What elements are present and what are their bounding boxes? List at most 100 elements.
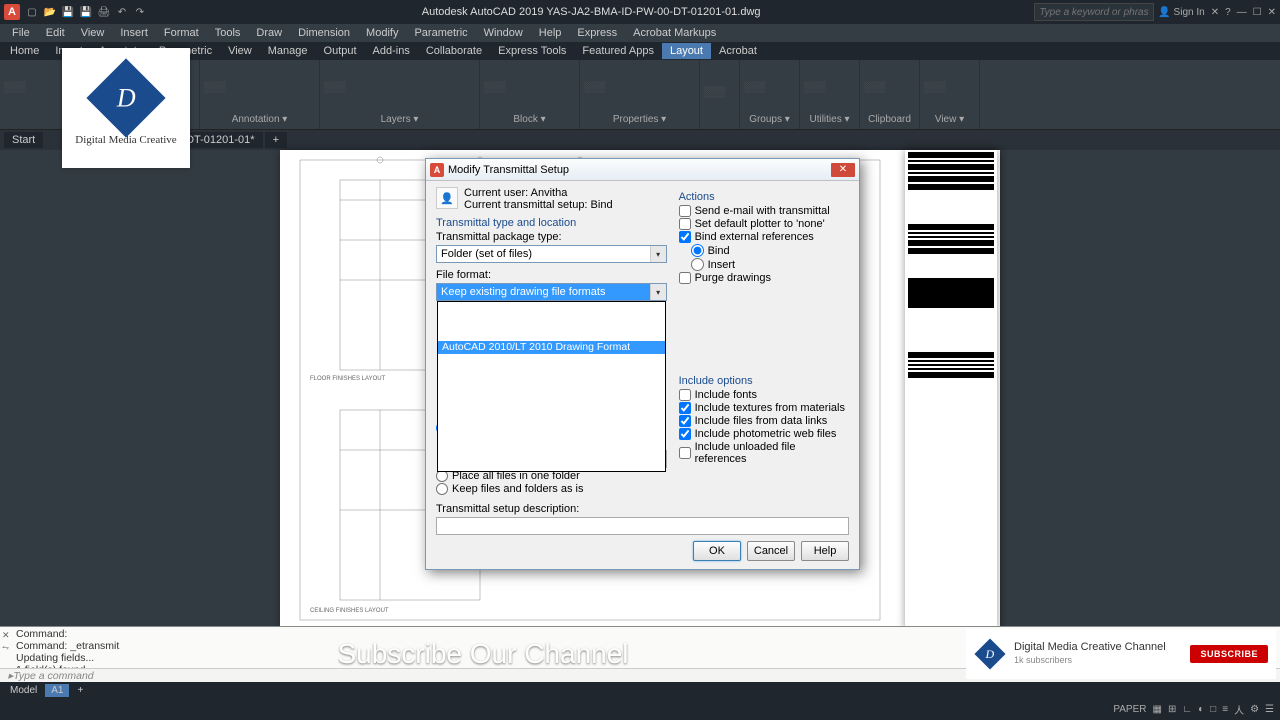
status-paper[interactable]: PAPER: [1113, 704, 1146, 715]
ribbon-tab-express-tools[interactable]: Express Tools: [490, 43, 574, 59]
menu-edit[interactable]: Edit: [40, 27, 71, 39]
description-input[interactable]: [436, 517, 849, 535]
ribbon-tab-featured-apps[interactable]: Featured Apps: [574, 43, 662, 59]
format-option[interactable]: Keep existing drawing file formats: [438, 302, 665, 315]
current-user-label: Current user: Anvitha: [464, 187, 613, 199]
menu-window[interactable]: Window: [478, 27, 529, 39]
menu-help[interactable]: Help: [533, 27, 568, 39]
chk-bind-xrefs[interactable]: [679, 231, 691, 243]
format-option[interactable]: AutoCAD 2018/LT 2018 Drawing Format: [438, 315, 665, 328]
open-icon[interactable]: 📂: [42, 4, 58, 20]
user-icon: 👤: [436, 187, 458, 209]
chk-datalinks[interactable]: [679, 415, 691, 427]
format-option[interactable]: AutoCAD 2004 Drawing Format with Explode…: [438, 445, 665, 458]
menu-tools[interactable]: Tools: [209, 27, 247, 39]
tab-add-layout[interactable]: +: [71, 684, 89, 697]
status-snap-icon[interactable]: ⊞: [1168, 704, 1176, 715]
tab-a1[interactable]: A1: [45, 684, 69, 697]
ribbon-panel: ░░░Utilities ▾: [800, 60, 860, 129]
format-option[interactable]: AutoCAD 2000 Drawing Format with Explode…: [438, 458, 665, 471]
ok-button[interactable]: OK: [693, 541, 741, 561]
format-option[interactable]: AutoCAD 2004/LT 2004 Drawing Format: [438, 367, 665, 380]
format-option[interactable]: AutoCAD 2013/LT 2013 Drawing Format: [438, 328, 665, 341]
plot-icon[interactable]: 🖨: [96, 4, 112, 20]
layout-tabs: Model A1 +: [0, 682, 1280, 698]
app-logo[interactable]: A: [4, 4, 20, 20]
chk-unloaded[interactable]: [679, 447, 691, 459]
status-lineweight-icon[interactable]: ≡: [1222, 704, 1228, 715]
status-grid-icon[interactable]: ▦: [1152, 704, 1161, 715]
ribbon-tab-home[interactable]: Home: [2, 43, 47, 59]
exchange-icon[interactable]: ✕: [1211, 7, 1219, 18]
format-option[interactable]: AutoCAD 2018 Drawing Format with Explode…: [438, 393, 665, 406]
ribbon-tab-view[interactable]: View: [220, 43, 260, 59]
help-icon[interactable]: ?: [1225, 7, 1231, 18]
format-option[interactable]: AutoCAD 2013 Drawing Format with Explode…: [438, 406, 665, 419]
menu-format[interactable]: Format: [158, 27, 205, 39]
format-option[interactable]: AutoCAD 2007/LT 2007 Drawing Format: [438, 354, 665, 367]
dialog-title-bar[interactable]: A Modify Transmittal Setup ✕: [426, 159, 859, 181]
ribbon-tab-add-ins[interactable]: Add-ins: [365, 43, 418, 59]
tab-start[interactable]: Start: [4, 132, 43, 148]
menu-dimension[interactable]: Dimension: [292, 27, 356, 39]
format-option[interactable]: AutoCAD 2010/LT 2010 Drawing Format: [438, 341, 665, 354]
redo-icon[interactable]: ↷: [132, 4, 148, 20]
minimize-icon[interactable]: —: [1237, 7, 1247, 18]
ribbon-tab-acrobat[interactable]: Acrobat: [711, 43, 765, 59]
format-option[interactable]: AutoCAD 2000/LT2000 Drawing Format: [438, 380, 665, 393]
menu-insert[interactable]: Insert: [114, 27, 154, 39]
menu-parametric[interactable]: Parametric: [408, 27, 473, 39]
command-input[interactable]: ▸ Type a command: [0, 668, 1280, 682]
menu-file[interactable]: File: [6, 27, 36, 39]
help-button[interactable]: Help: [801, 541, 849, 561]
status-workspace-icon[interactable]: ⚙: [1250, 704, 1259, 715]
cancel-button[interactable]: Cancel: [747, 541, 795, 561]
menu-acrobat[interactable]: Acrobat Markups: [627, 27, 722, 39]
undo-icon[interactable]: ↶: [114, 4, 130, 20]
format-option[interactable]: AutoCAD 2007 Drawing Format with Explode…: [438, 432, 665, 445]
menu-draw[interactable]: Draw: [250, 27, 288, 39]
ribbon-panel: ░░░Clipboard: [860, 60, 920, 129]
dialog-app-icon: A: [430, 163, 444, 177]
status-osnap-icon[interactable]: □: [1210, 704, 1216, 715]
new-icon[interactable]: ▢: [24, 4, 40, 20]
chk-send-email[interactable]: [679, 205, 691, 217]
saveas-icon[interactable]: 💾: [78, 4, 94, 20]
menu-modify[interactable]: Modify: [360, 27, 404, 39]
radio-bind[interactable]: [691, 244, 704, 257]
status-polar-icon[interactable]: ◐: [1198, 704, 1204, 715]
chk-photometric[interactable]: [679, 428, 691, 440]
ribbon-tab-manage[interactable]: Manage: [260, 43, 316, 59]
chk-fonts[interactable]: [679, 389, 691, 401]
tab-model[interactable]: Model: [4, 684, 43, 697]
svg-text:CEILING FINISHES LAYOUT: CEILING FINISHES LAYOUT: [310, 608, 389, 614]
ribbon-panel: ░░░Groups ▾: [740, 60, 800, 129]
radio-insert[interactable]: [691, 258, 704, 271]
status-ortho-icon[interactable]: ∟: [1182, 704, 1192, 715]
close-icon[interactable]: ✕: [1268, 7, 1276, 18]
help-search-input[interactable]: [1034, 3, 1154, 21]
ribbon-panel: ░░░View ▾: [920, 60, 980, 129]
format-option[interactable]: AutoCAD 2010 Drawing Format with Explode…: [438, 419, 665, 432]
menu-view[interactable]: View: [75, 27, 111, 39]
status-annotation-icon[interactable]: 人: [1234, 702, 1244, 717]
radio-keep-as-is[interactable]: [436, 483, 448, 495]
tab-add[interactable]: +: [265, 132, 287, 148]
chk-textures[interactable]: [679, 402, 691, 414]
package-type-combo[interactable]: Folder (set of files) ▾: [436, 245, 667, 263]
dialog-close-button[interactable]: ✕: [831, 163, 855, 177]
ribbon-panel: ░░░Block ▾: [480, 60, 580, 129]
ribbon-tab-output[interactable]: Output: [316, 43, 365, 59]
save-icon[interactable]: 💾: [60, 4, 76, 20]
brand-watermark: D Digital Media Creative: [62, 48, 190, 168]
file-format-combo[interactable]: Keep existing drawing file formats ▾ Kee…: [436, 283, 667, 301]
chk-default-plotter[interactable]: [679, 218, 691, 230]
status-menu-icon[interactable]: ☰: [1265, 704, 1274, 715]
maximize-icon[interactable]: ☐: [1253, 7, 1262, 18]
menu-express[interactable]: Express: [571, 27, 623, 39]
ribbon-tab-collaborate[interactable]: Collaborate: [418, 43, 490, 59]
ribbon-tab-layout[interactable]: Layout: [662, 43, 711, 59]
sign-in-link[interactable]: 👤 Sign In: [1158, 7, 1204, 18]
chevron-down-icon: ▾: [650, 246, 666, 262]
chk-purge[interactable]: [679, 272, 691, 284]
